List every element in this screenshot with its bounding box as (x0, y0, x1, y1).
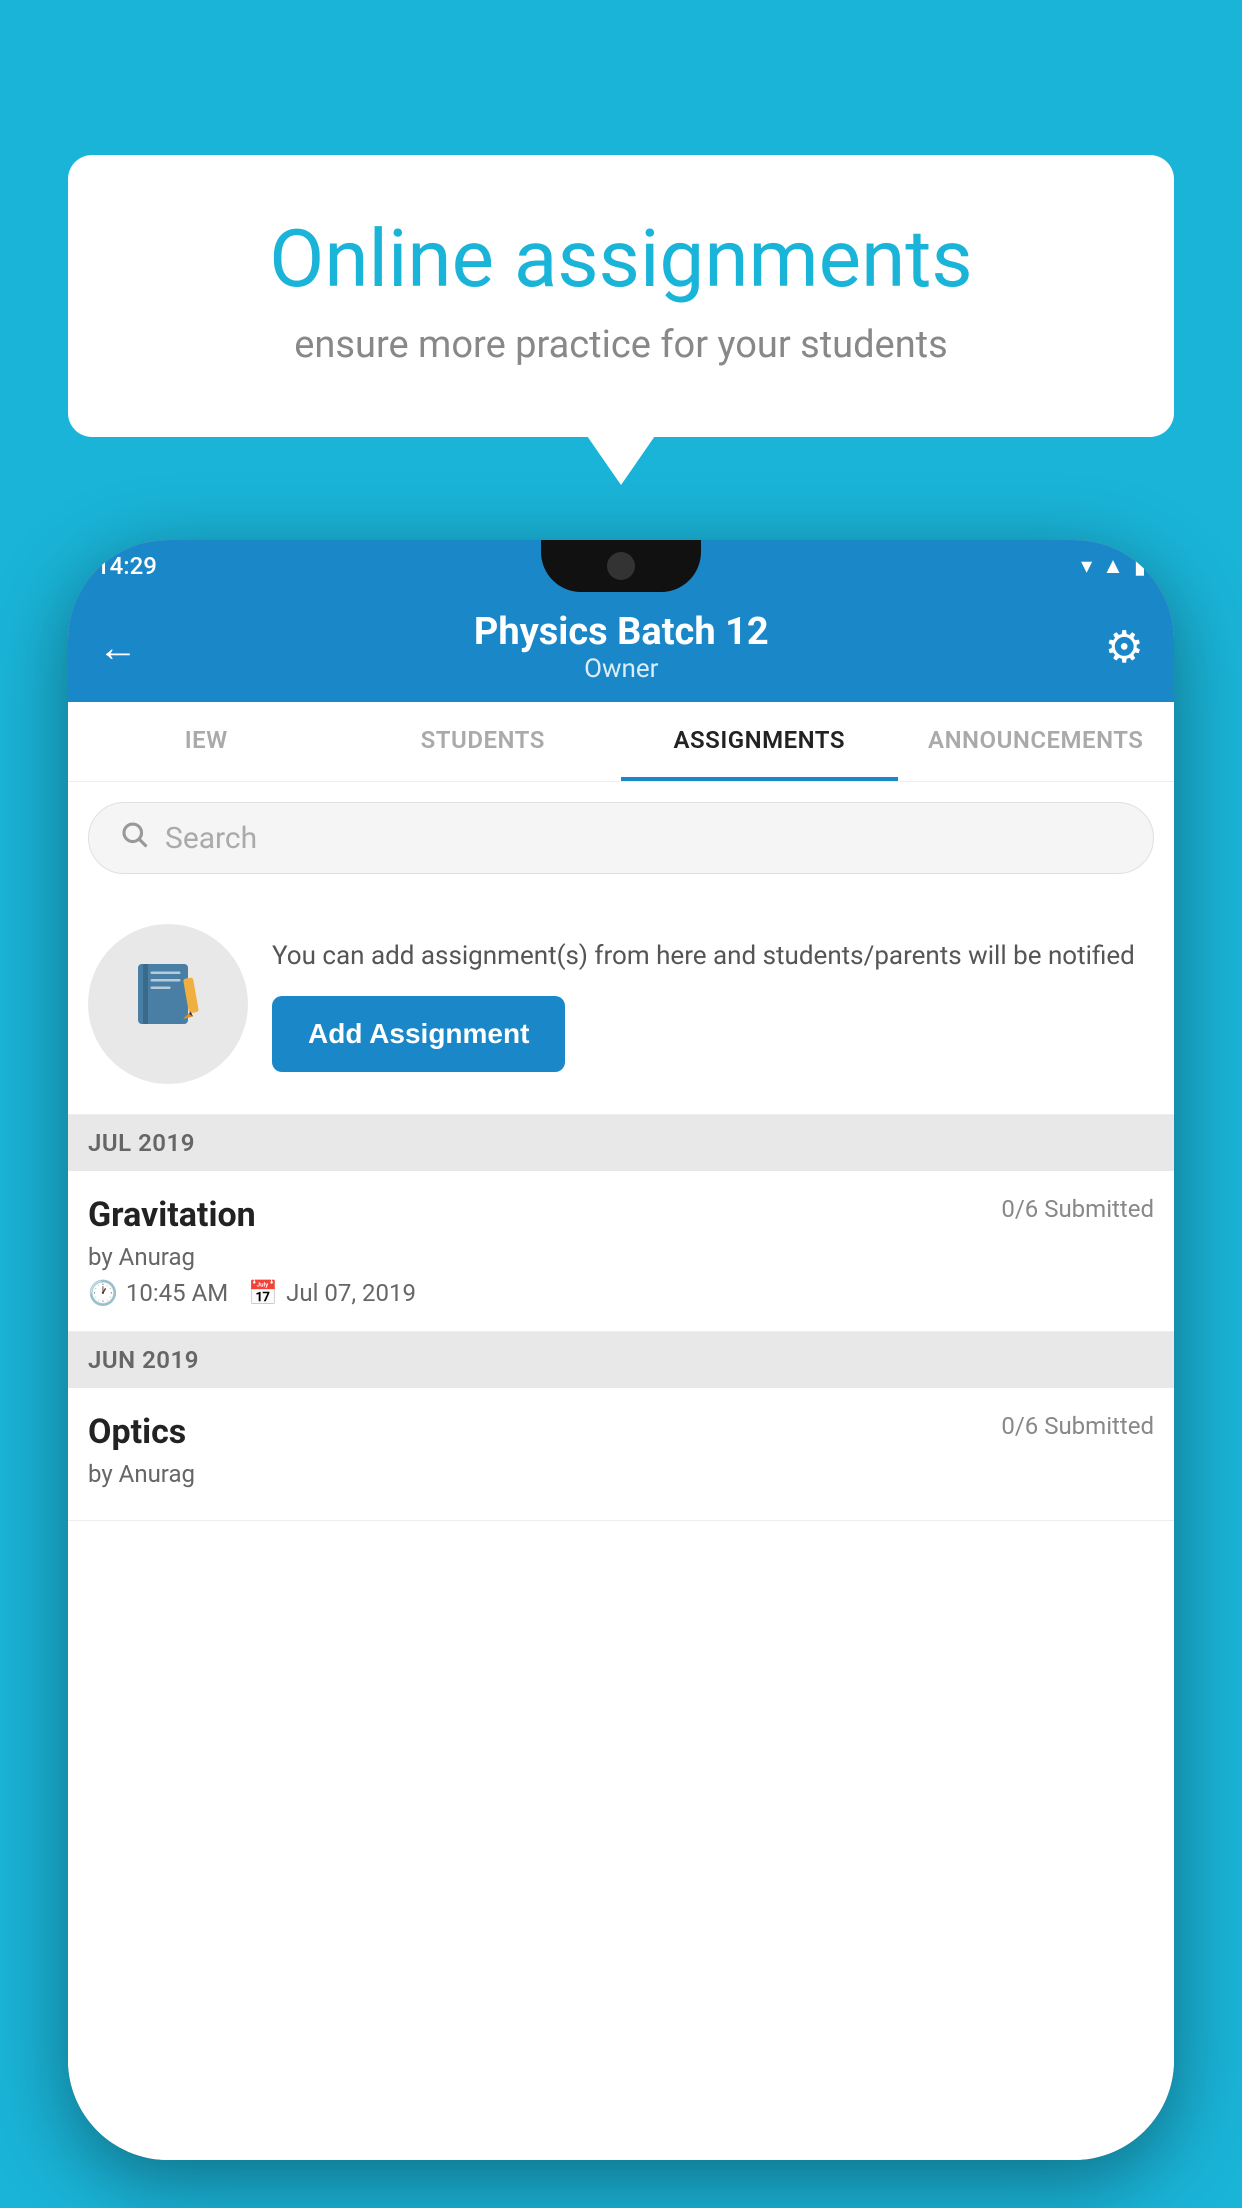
back-button[interactable]: ← (98, 624, 138, 671)
meta-time-gravitation: 🕐 10:45 AM (88, 1279, 228, 1307)
tab-iew[interactable]: IEW (68, 702, 345, 781)
assignment-submitted-gravitation: 0/6 Submitted (1001, 1195, 1154, 1223)
assignment-by-optics: by Anurag (88, 1460, 1154, 1488)
promo-text-section: You can add assignment(s) from here and … (272, 937, 1154, 1072)
tab-announcements[interactable]: ANNOUNCEMENTS (898, 702, 1175, 781)
settings-icon[interactable]: ⚙ (1105, 621, 1144, 673)
assignment-title-gravitation: Gravitation (88, 1195, 256, 1235)
status-icons: ▾ ▲ ▮ (1081, 553, 1146, 579)
tab-students[interactable]: STUDENTS (345, 702, 622, 781)
meta-date-gravitation: 📅 Jul 07, 2019 (248, 1279, 416, 1307)
promo-section: You can add assignment(s) from here and … (68, 894, 1174, 1115)
status-time: 14:29 (96, 552, 157, 580)
assignment-row-top-optics: Optics 0/6 Submitted (88, 1412, 1154, 1452)
assignment-item-optics[interactable]: Optics 0/6 Submitted by Anurag (68, 1388, 1174, 1521)
bubble-title: Online assignments (148, 215, 1094, 303)
assignment-item-gravitation[interactable]: Gravitation 0/6 Submitted by Anurag 🕐 10… (68, 1171, 1174, 1332)
tab-assignments[interactable]: ASSIGNMENTS (621, 702, 898, 781)
assignment-by-gravitation: by Anurag (88, 1243, 1154, 1271)
phone-notch (541, 540, 701, 592)
wifi-icon: ▾ (1081, 554, 1092, 579)
assignment-meta-gravitation: 🕐 10:45 AM 📅 Jul 07, 2019 (88, 1279, 1154, 1307)
assignment-row-top: Gravitation 0/6 Submitted (88, 1195, 1154, 1235)
clock-icon: 🕐 (88, 1279, 118, 1307)
content-area: Search (68, 782, 1174, 2160)
app-header: ← Physics Batch 12 Owner ⚙ (68, 592, 1174, 702)
assignment-submitted-optics: 0/6 Submitted (1001, 1412, 1154, 1440)
search-placeholder: Search (165, 821, 257, 856)
section-jun-2019: JUN 2019 (68, 1332, 1174, 1388)
promo-description: You can add assignment(s) from here and … (272, 937, 1154, 976)
assignment-title-optics: Optics (88, 1412, 186, 1452)
phone-frame: 14:29 ▾ ▲ ▮ ← Physics Batch 12 Owner ⚙ I… (68, 540, 1174, 2160)
add-assignment-button[interactable]: Add Assignment (272, 996, 565, 1072)
speech-bubble: Online assignments ensure more practice … (68, 155, 1174, 437)
search-icon (119, 819, 149, 857)
header-subtitle: Owner (474, 654, 769, 684)
promo-icon-circle (88, 924, 248, 1084)
signal-icon: ▲ (1102, 553, 1124, 579)
calendar-icon: 📅 (248, 1279, 278, 1307)
header-title: Physics Batch 12 (474, 610, 769, 654)
assignment-date-gravitation: Jul 07, 2019 (286, 1279, 416, 1307)
screen: 14:29 ▾ ▲ ▮ ← Physics Batch 12 Owner ⚙ I… (68, 540, 1174, 2160)
notebook-icon (128, 954, 208, 1054)
speech-bubble-container: Online assignments ensure more practice … (68, 155, 1174, 437)
tabs-container: IEW STUDENTS ASSIGNMENTS ANNOUNCEMENTS (68, 702, 1174, 782)
search-bar[interactable]: Search (88, 802, 1154, 874)
bubble-subtitle: ensure more practice for your students (148, 323, 1094, 367)
section-jul-2019: JUL 2019 (68, 1115, 1174, 1171)
battery-icon: ▮ (1134, 554, 1146, 579)
header-center: Physics Batch 12 Owner (474, 610, 769, 684)
assignment-time-gravitation: 10:45 AM (126, 1279, 228, 1307)
camera (607, 552, 635, 580)
